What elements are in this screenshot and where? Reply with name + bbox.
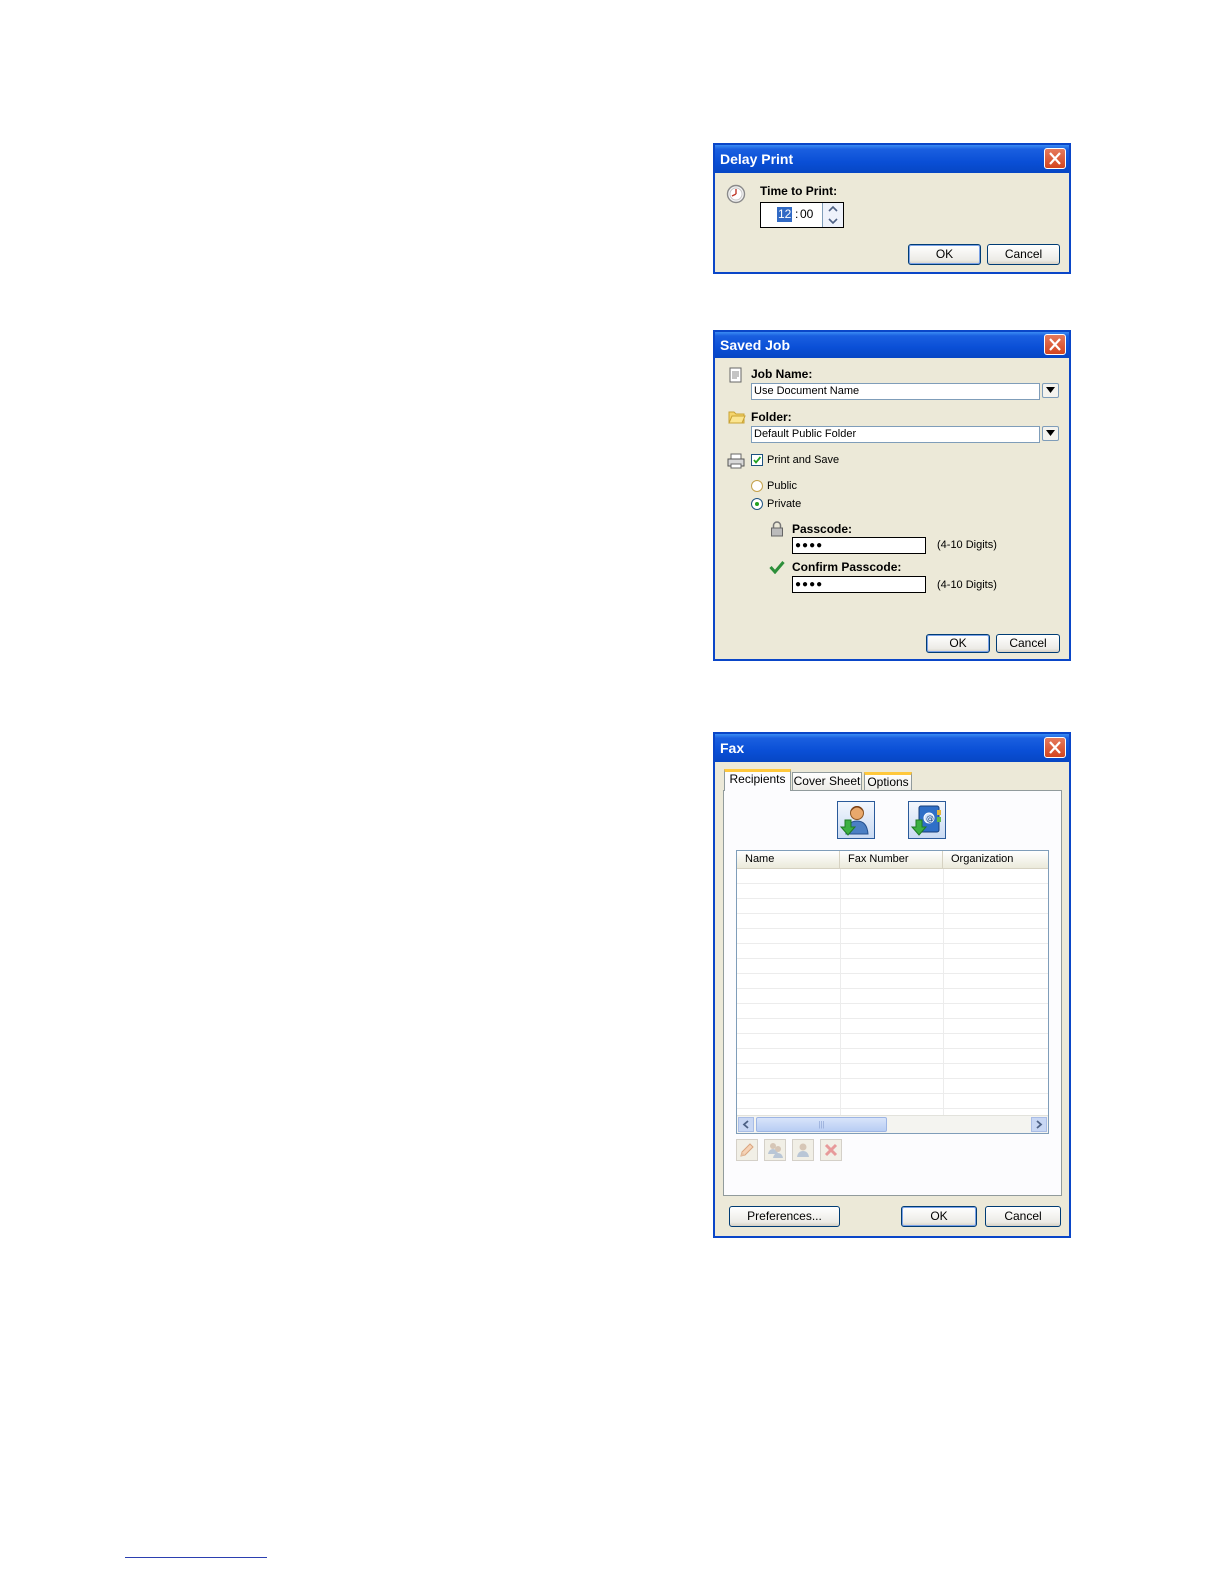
dialog-title: Saved Job [720, 337, 791, 353]
tab-cover-sheet[interactable]: Cover Sheet [792, 772, 862, 790]
chevron-down-icon [1046, 387, 1055, 393]
edit-recipient-button[interactable] [736, 1139, 758, 1161]
cancel-button[interactable]: Cancel [987, 244, 1060, 265]
close-icon [1049, 338, 1061, 351]
passcode-label: Passcode: [792, 522, 853, 536]
checkmark-icon [753, 456, 762, 464]
close-button[interactable] [1044, 334, 1066, 355]
add-from-phonebook-button[interactable]: @ [908, 801, 946, 839]
close-button[interactable] [1044, 737, 1066, 758]
footer-link-underline [125, 1557, 267, 1558]
tab-options[interactable]: Options [864, 772, 912, 790]
private-label: Private [767, 498, 802, 510]
scroll-grip: ||| [818, 1120, 825, 1129]
chevron-down-icon [1046, 430, 1055, 436]
add-person-icon [839, 806, 869, 836]
column-divider [943, 869, 944, 1115]
lock-icon [770, 521, 784, 540]
confirm-passcode-label: Confirm Passcode: [792, 560, 902, 574]
print-and-save-checkbox[interactable] [751, 454, 763, 466]
column-header-fax-number[interactable]: Fax Number [840, 851, 943, 869]
fax-titlebar[interactable]: Fax [715, 734, 1069, 762]
spin-up-icon[interactable] [823, 203, 843, 215]
delay-print-titlebar[interactable]: Delay Print [715, 145, 1069, 173]
public-radio[interactable] [751, 480, 763, 492]
print-and-save-label: Print and Save [767, 454, 840, 466]
hour-value[interactable]: 12 [777, 207, 793, 222]
time-spinner[interactable]: 12 : 00 [760, 202, 844, 228]
public-label: Public [767, 480, 797, 492]
pencil-icon [740, 1143, 754, 1157]
cancel-button[interactable]: Cancel [996, 634, 1060, 653]
clock-icon [726, 184, 746, 207]
column-divider [840, 869, 841, 1115]
svg-text:@: @ [926, 814, 934, 823]
checkmark-icon [769, 560, 785, 577]
column-header-organization[interactable]: Organization [943, 851, 1048, 869]
close-button[interactable] [1044, 148, 1066, 169]
dialog-title: Fax [720, 740, 745, 756]
delete-recipient-button[interactable] [820, 1139, 842, 1161]
fax-dialog: Fax Recipients Cover Sheet Options @ Nam… [713, 732, 1071, 1238]
job-name-combobox[interactable]: Use Document Name [751, 383, 1040, 400]
folder-label: Folder: [751, 410, 792, 424]
scroll-thumb[interactable]: ||| [756, 1117, 887, 1132]
horizontal-scrollbar[interactable]: ||| [737, 1115, 1048, 1133]
minute-value[interactable]: 00 [800, 207, 813, 222]
confirm-passcode-hint: (4-10 Digits) [937, 579, 997, 591]
passcode-input[interactable]: ●●●● [792, 537, 926, 554]
person-icon [797, 1143, 809, 1157]
ok-button[interactable]: OK [926, 634, 990, 653]
address-book-icon: @ [910, 805, 941, 836]
time-to-print-label: Time to Print: [760, 184, 838, 198]
scroll-right-button[interactable] [1031, 1117, 1047, 1132]
copy-recipient-button[interactable] [764, 1139, 786, 1161]
printer-icon [727, 453, 745, 472]
job-name-label: Job Name: [751, 367, 813, 381]
job-name-dropdown-button[interactable] [1042, 383, 1059, 398]
preferences-button[interactable]: Preferences... [729, 1206, 840, 1227]
scroll-left-button[interactable] [738, 1117, 754, 1132]
spin-down-icon[interactable] [823, 215, 843, 227]
document-icon [728, 367, 744, 386]
tab-recipients[interactable]: Recipients [724, 769, 791, 791]
saved-job-titlebar[interactable]: Saved Job [715, 332, 1069, 358]
recipients-list[interactable]: Name Fax Number Organization ||| [736, 850, 1049, 1134]
saved-job-dialog: Saved Job Job Name: Use Document Name Fo… [713, 330, 1071, 661]
add-recipient-button[interactable] [837, 801, 875, 839]
confirm-passcode-input[interactable]: ●●●● [792, 576, 926, 593]
chevron-left-icon [742, 1120, 749, 1129]
remove-person-button[interactable] [792, 1139, 814, 1161]
close-icon [1049, 741, 1061, 754]
passcode-hint: (4-10 Digits) [937, 539, 997, 551]
recipient-rows[interactable] [737, 869, 1048, 1115]
spinner-buttons[interactable] [822, 203, 843, 227]
time-separator: : [795, 207, 799, 221]
delete-icon [824, 1143, 838, 1157]
chevron-right-icon [1036, 1120, 1043, 1129]
ok-button[interactable]: OK [908, 244, 981, 265]
copy-person-icon [768, 1143, 783, 1158]
folder-icon [728, 410, 746, 427]
delay-print-dialog: Delay Print Time to Print: 12 : 00 OK Ca… [713, 143, 1071, 274]
folder-combobox[interactable]: Default Public Folder [751, 426, 1040, 443]
ok-button[interactable]: OK [901, 1206, 977, 1227]
cancel-button[interactable]: Cancel [985, 1206, 1061, 1227]
private-radio[interactable] [751, 498, 763, 510]
dialog-title: Delay Print [720, 151, 794, 167]
close-icon [1049, 152, 1061, 165]
folder-dropdown-button[interactable] [1042, 426, 1059, 441]
column-header-name[interactable]: Name [737, 851, 840, 869]
